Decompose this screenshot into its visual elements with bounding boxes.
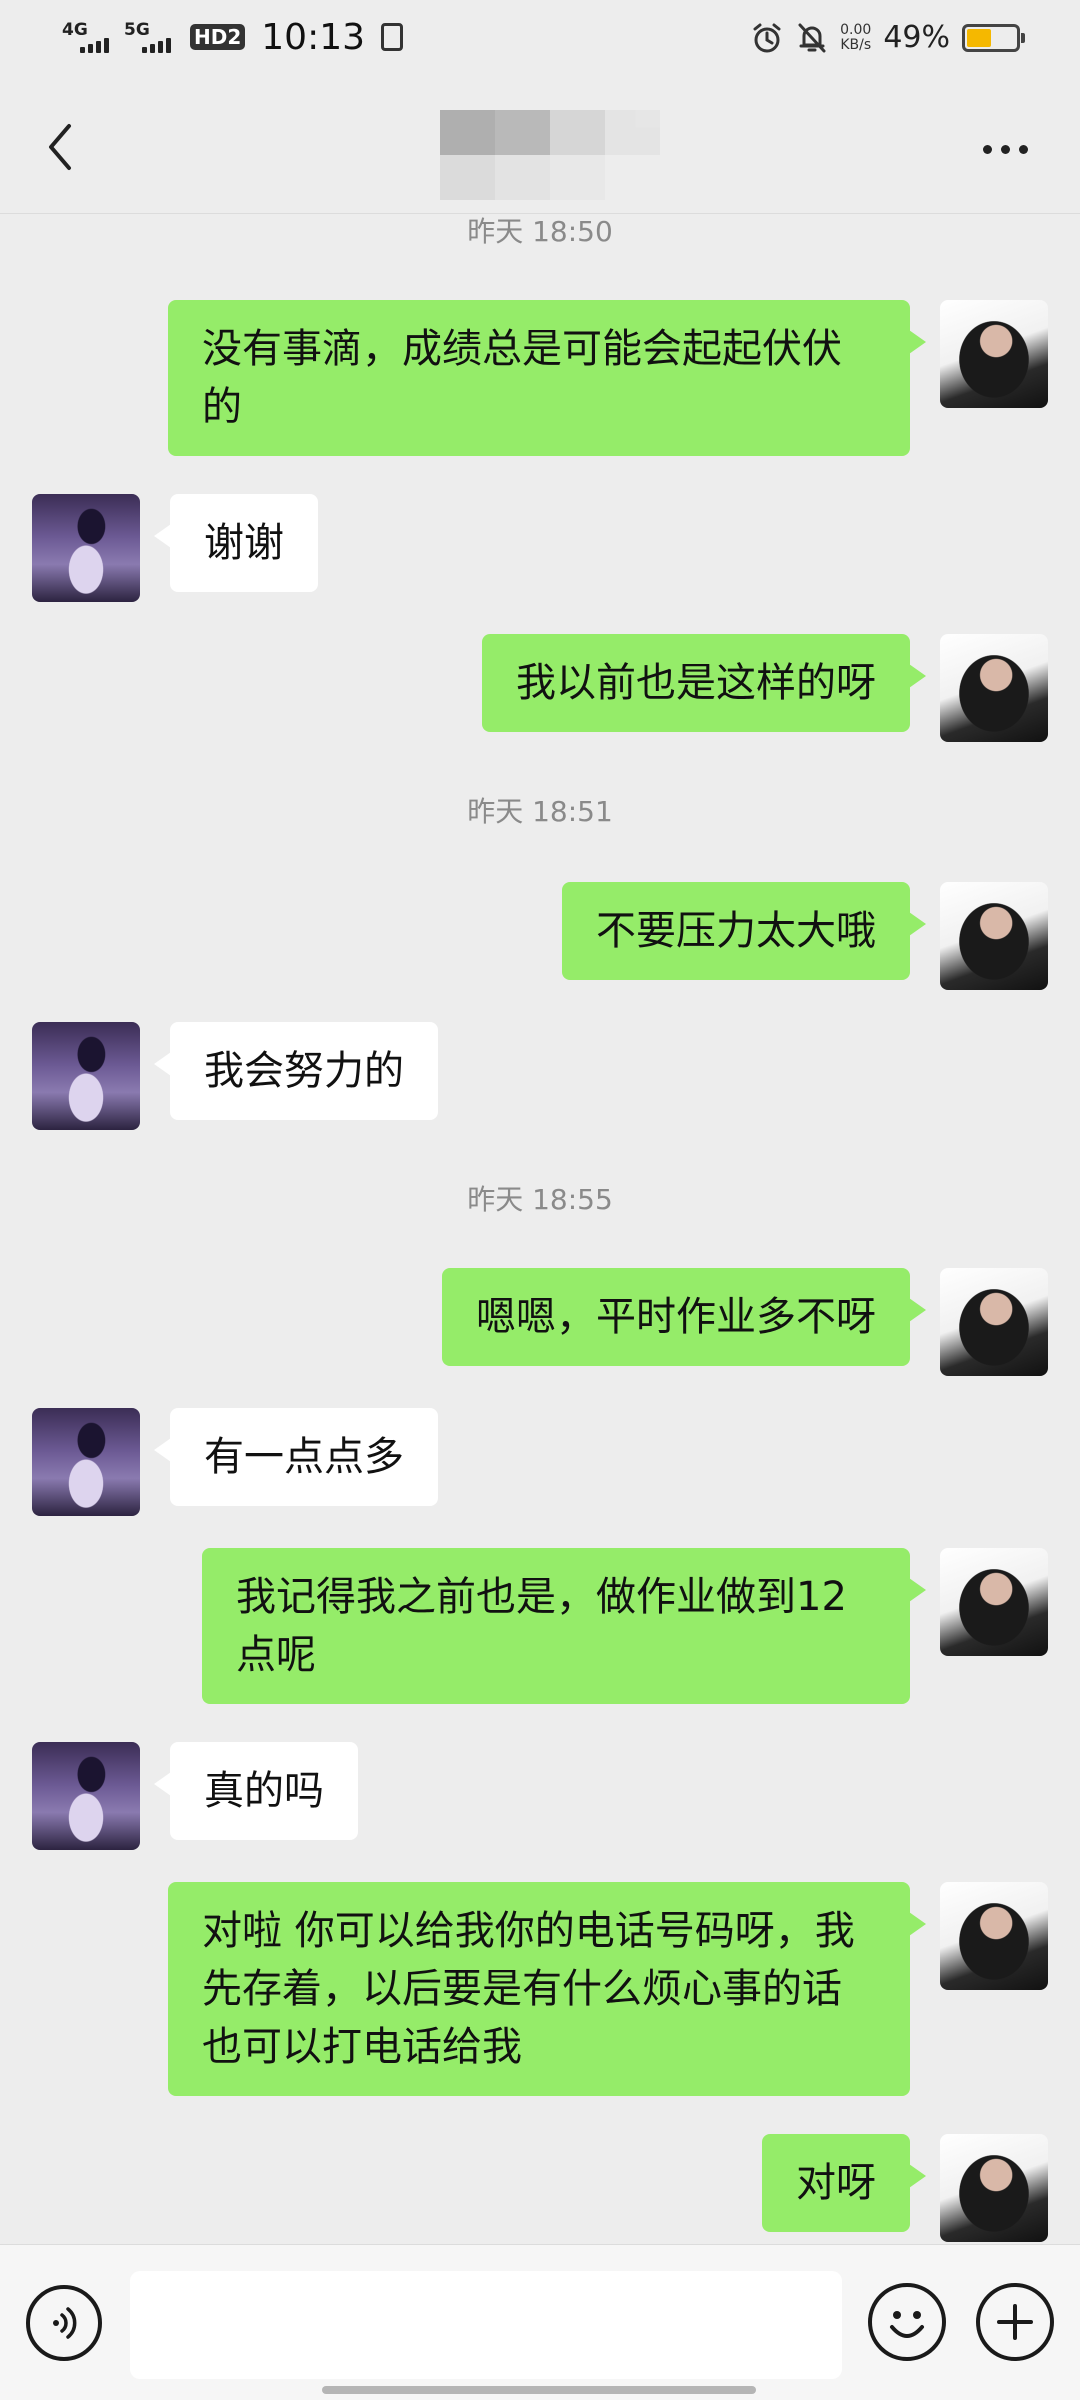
my-avatar[interactable] — [940, 882, 1048, 990]
message-bubble-received[interactable]: 谢谢 — [154, 494, 318, 592]
emoji-icon — [890, 2311, 924, 2338]
contact-name-redacted — [440, 110, 660, 200]
chat-message-list[interactable]: 昨天 18:50 没有事滴，成绩总是可能会起起伏伏的 谢谢 我以前也是这样的呀 … — [0, 214, 1080, 2244]
message-bubble-sent[interactable]: 我以前也是这样的呀 — [482, 634, 926, 732]
hd-voice-badge: HD2 — [190, 24, 246, 50]
network-label-5g: 5G — [124, 20, 150, 40]
message-bubble-received[interactable]: 真的吗 — [154, 1742, 358, 1840]
timestamp: 昨天 18:51 — [467, 795, 613, 828]
alarm-clock-icon — [753, 23, 781, 52]
back-button[interactable] — [30, 112, 90, 182]
plus-icon — [997, 2304, 1033, 2340]
chat-header — [0, 84, 1080, 214]
my-avatar[interactable] — [940, 300, 1048, 408]
status-bar: 4G 5G HD2 10:13 0.00 KB/s 49% — [0, 0, 1080, 84]
message-bubble-received[interactable]: 我会努力的 — [154, 1022, 438, 1120]
message-bubble-sent[interactable]: 不要压力太大哦 — [562, 882, 926, 980]
network-speed-value: 0.00 — [840, 21, 872, 38]
battery-level-fill — [967, 28, 991, 47]
my-avatar[interactable] — [940, 1268, 1048, 1376]
battery-percent: 49% — [883, 20, 950, 55]
dot — [1000, 144, 1010, 154]
voice-icon — [53, 2307, 77, 2339]
message-bubble-sent[interactable]: 没有事滴，成绩总是可能会起起伏伏的 — [168, 300, 926, 456]
message-bubble-received[interactable]: 有一点点多 — [154, 1408, 438, 1506]
timestamp: 昨天 18:50 — [467, 215, 613, 248]
chevron-left-icon — [49, 124, 71, 170]
signal-5g-icon: 5G — [124, 14, 176, 60]
my-avatar[interactable] — [940, 634, 1048, 742]
status-right: 0.00 KB/s 49% — [750, 20, 1025, 55]
dot — [982, 144, 992, 154]
more-options-button[interactable] — [970, 124, 1040, 174]
sim-card-icon — [381, 23, 404, 51]
more-actions-button[interactable] — [976, 2283, 1054, 2361]
my-avatar[interactable] — [940, 1882, 1048, 1990]
contact-avatar[interactable] — [32, 1742, 140, 1850]
contact-avatar[interactable] — [32, 494, 140, 602]
message-text-input[interactable] — [130, 2271, 842, 2379]
message-bubble-sent[interactable]: 对呀 — [762, 2134, 926, 2232]
contact-avatar[interactable] — [32, 1408, 140, 1516]
dot — [1018, 144, 1028, 154]
message-input-bar — [0, 2244, 1080, 2400]
network-speed-unit: KB/s — [840, 36, 872, 53]
emoji-button[interactable] — [868, 2283, 946, 2361]
contact-avatar[interactable] — [32, 1022, 140, 1130]
network-speed: 0.00 KB/s — [840, 21, 872, 53]
timestamp: 昨天 18:55 — [467, 1183, 613, 1216]
mute-bell-icon — [798, 23, 826, 52]
network-label-4g: 4G — [62, 20, 88, 40]
status-left: 4G 5G HD2 10:13 — [62, 14, 404, 60]
status-time: 10:13 — [261, 16, 366, 58]
message-bubble-sent[interactable]: 我记得我之前也是，做作业做到12点呢 — [202, 1548, 926, 1704]
my-avatar[interactable] — [940, 1548, 1048, 1656]
my-avatar[interactable] — [940, 2134, 1048, 2242]
battery-icon — [962, 23, 1025, 52]
message-bubble-sent[interactable]: 对啦 你可以给我你的电话号码呀，我先存着，以后要是有什么烦心事的话也可以打电话给… — [168, 1882, 926, 2096]
home-indicator[interactable] — [322, 2386, 756, 2394]
signal-4g-icon: 4G — [62, 14, 114, 60]
message-bubble-sent[interactable]: 嗯嗯，平时作业多不呀 — [442, 1268, 926, 1366]
voice-input-button[interactable] — [26, 2285, 102, 2361]
